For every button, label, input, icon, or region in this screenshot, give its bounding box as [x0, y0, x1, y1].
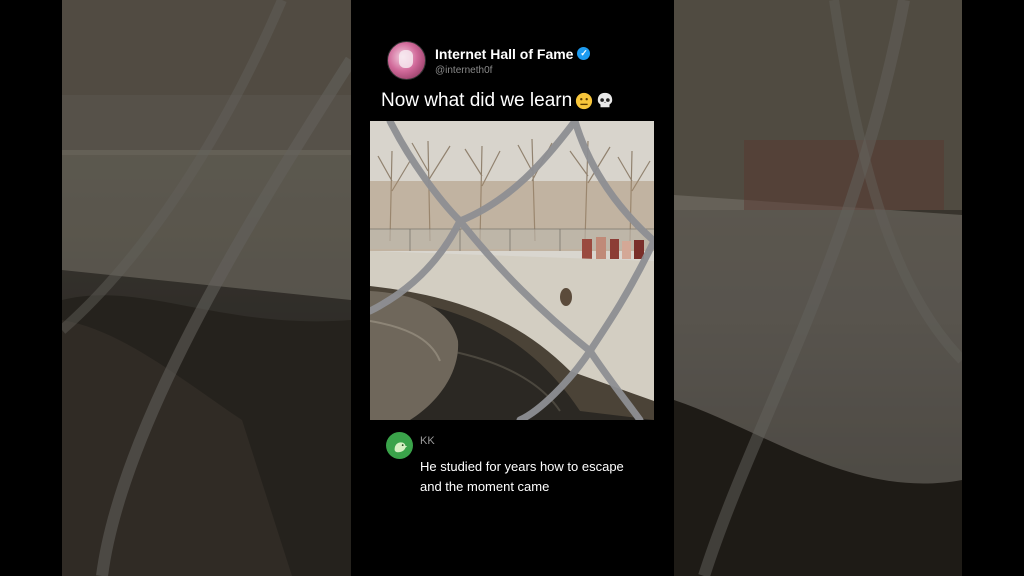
blurred-scene-right	[674, 0, 962, 576]
skull-icon	[597, 92, 613, 108]
blurred-scene-left	[62, 0, 351, 576]
neutral-face-icon	[576, 92, 593, 110]
zoo-enclosure-scene	[370, 121, 654, 420]
author-display-name[interactable]: Internet Hall of Fame	[435, 46, 573, 62]
author-avatar[interactable]	[387, 41, 426, 80]
author-name-row: Internet Hall of Fame ✓	[435, 46, 591, 62]
caption-row: Now what did we learn	[381, 90, 614, 112]
author-name-block: Internet Hall of Fame ✓ @interneth0f	[435, 46, 591, 76]
reply-body: KK He studied for years how to escape an…	[420, 432, 650, 497]
reply-text: He studied for years how to escape and t…	[420, 457, 650, 497]
dinosaur-glyph	[394, 441, 407, 452]
reply-text-line: He studied for years how to escape	[420, 459, 624, 474]
reply-text-line: and the moment came	[420, 479, 550, 494]
post-video[interactable]	[370, 121, 654, 420]
post-caption: Now what did we learn	[381, 90, 573, 111]
blurred-background-left	[62, 0, 351, 576]
reply-comment: KK He studied for years how to escape an…	[386, 432, 650, 497]
dinosaur-avatar-icon[interactable]	[386, 432, 413, 459]
reply-author-name[interactable]: KK	[420, 435, 650, 447]
verified-badge-icon: ✓	[577, 47, 591, 60]
post-card: Internet Hall of Fame ✓ @interneth0f Now…	[351, 0, 674, 576]
post-header: Internet Hall of Fame ✓ @interneth0f	[387, 41, 591, 80]
author-handle[interactable]: @interneth0f	[435, 65, 590, 76]
blurred-background-right	[674, 0, 962, 576]
